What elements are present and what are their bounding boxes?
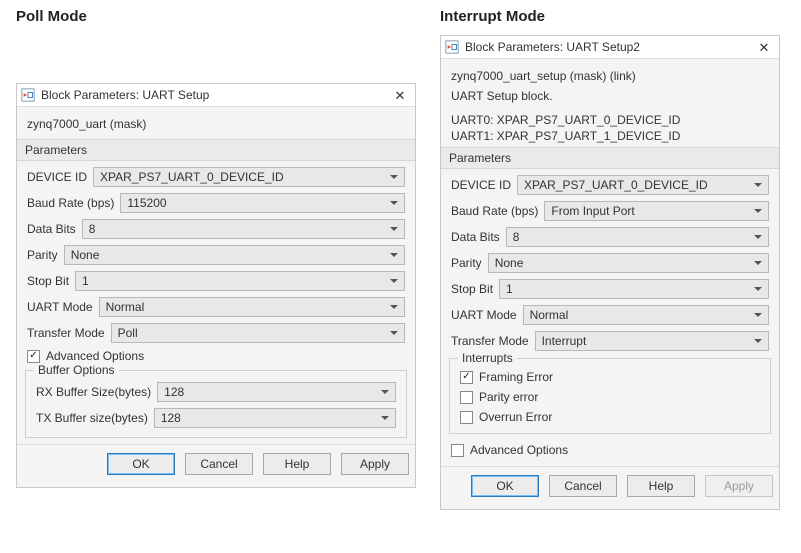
advanced-options-checkbox[interactable] [27,350,40,363]
interrupt-dialog: Block Parameters: UART Setup2 ✕ zynq7000… [440,35,780,510]
transfer-mode-combo[interactable]: Poll [111,323,405,343]
uart-mode-combo[interactable]: Normal [523,305,769,325]
device-id-value: XPAR_PS7_UART_0_DEVICE_ID [524,178,708,192]
uart-mode-value: Normal [106,300,145,314]
apply-button[interactable]: Apply [341,453,409,475]
advanced-options-label: Advanced Options [470,443,568,457]
poll-window-title: Block Parameters: UART Setup [41,88,385,102]
framing-error-checkbox[interactable] [460,371,473,384]
baud-rate-combo[interactable]: From Input Port [544,201,769,221]
parity-value: None [495,256,524,270]
parity-error-label: Parity error [479,390,538,404]
framing-error-label: Framing Error [479,370,553,384]
help-button[interactable]: Help [263,453,331,475]
interrupt-desc-1: UART Setup block. [449,89,771,105]
interrupt-mask-subtitle: zynq7000_uart_setup (mask) (link) [449,65,771,89]
data-bits-label: Data Bits [451,230,500,244]
device-id-label: DEVICE ID [27,170,87,184]
device-id-value: XPAR_PS7_UART_0_DEVICE_ID [100,170,284,184]
device-id-label: DEVICE ID [451,178,511,192]
help-button[interactable]: Help [627,475,695,497]
data-bits-combo[interactable]: 8 [506,227,769,247]
apply-button[interactable]: Apply [705,475,773,497]
stop-bit-value: 1 [506,282,513,296]
interrupt-mode-title: Interrupt Mode [440,8,780,25]
tx-buffer-label: TX Buffer size(bytes) [36,411,148,425]
baud-rate-combo[interactable]: 115200 [120,193,405,213]
parity-error-checkbox[interactable] [460,391,473,404]
transfer-mode-value: Poll [118,326,138,340]
baud-rate-label: Baud Rate (bps) [27,196,114,210]
tx-buffer-value: 128 [161,411,181,425]
data-bits-combo[interactable]: 8 [82,219,405,239]
parity-value: None [71,248,100,262]
poll-dialog: Block Parameters: UART Setup ✕ zynq7000_… [16,83,416,488]
parity-combo[interactable]: None [488,253,769,273]
ok-button[interactable]: OK [107,453,175,475]
interrupts-fieldset: Interrupts Framing Error Parity error Ov… [449,358,771,434]
interrupt-desc-3: UART1: XPAR_PS7_UART_1_DEVICE_ID [449,129,771,145]
cancel-button[interactable]: Cancel [549,475,617,497]
interrupt-window-title: Block Parameters: UART Setup2 [465,40,749,54]
parameters-header: Parameters [441,147,779,169]
advanced-options-label: Advanced Options [46,349,144,363]
stop-bit-label: Stop Bit [27,274,69,288]
simulink-app-icon [445,40,459,54]
parity-combo[interactable]: None [64,245,405,265]
cancel-button[interactable]: Cancel [185,453,253,475]
close-icon[interactable]: ✕ [391,87,409,103]
parity-label: Parity [27,248,58,262]
transfer-mode-combo[interactable]: Interrupt [535,331,769,351]
interrupt-titlebar: Block Parameters: UART Setup2 ✕ [441,36,779,59]
baud-rate-value: From Input Port [551,204,634,218]
overrun-error-checkbox[interactable] [460,411,473,424]
data-bits-label: Data Bits [27,222,76,236]
transfer-mode-label: Transfer Mode [27,326,105,340]
uart-mode-combo[interactable]: Normal [99,297,405,317]
uart-mode-label: UART Mode [27,300,93,314]
stop-bit-value: 1 [82,274,89,288]
transfer-mode-label: Transfer Mode [451,334,529,348]
uart-mode-label: UART Mode [451,308,517,322]
poll-mask-subtitle: zynq7000_uart (mask) [25,113,407,137]
poll-titlebar: Block Parameters: UART Setup ✕ [17,84,415,107]
data-bits-value: 8 [513,230,520,244]
baud-rate-label: Baud Rate (bps) [451,204,538,218]
data-bits-value: 8 [89,222,96,236]
transfer-mode-value: Interrupt [542,334,587,348]
device-id-combo[interactable]: XPAR_PS7_UART_0_DEVICE_ID [93,167,405,187]
parity-label: Parity [451,256,482,270]
rx-buffer-combo[interactable]: 128 [157,382,396,402]
uart-mode-value: Normal [530,308,569,322]
stop-bit-label: Stop Bit [451,282,493,296]
advanced-options-checkbox[interactable] [451,444,464,457]
rx-buffer-value: 128 [164,385,184,399]
device-id-combo[interactable]: XPAR_PS7_UART_0_DEVICE_ID [517,175,769,195]
buffer-options-legend: Buffer Options [34,363,119,377]
tx-buffer-combo[interactable]: 128 [154,408,396,428]
ok-button[interactable]: OK [471,475,539,497]
close-icon[interactable]: ✕ [755,39,773,55]
overrun-error-label: Overrun Error [479,410,552,424]
buffer-options-fieldset: Buffer Options RX Buffer Size(bytes) 128… [25,370,407,438]
simulink-app-icon [21,88,35,102]
stop-bit-combo[interactable]: 1 [499,279,769,299]
baud-rate-value: 115200 [127,196,166,210]
rx-buffer-label: RX Buffer Size(bytes) [36,385,151,399]
stop-bit-combo[interactable]: 1 [75,271,405,291]
poll-mode-title: Poll Mode [16,8,416,25]
interrupts-legend: Interrupts [458,351,517,365]
interrupt-desc-2: UART0: XPAR_PS7_UART_0_DEVICE_ID [449,113,771,129]
parameters-header: Parameters [17,139,415,161]
